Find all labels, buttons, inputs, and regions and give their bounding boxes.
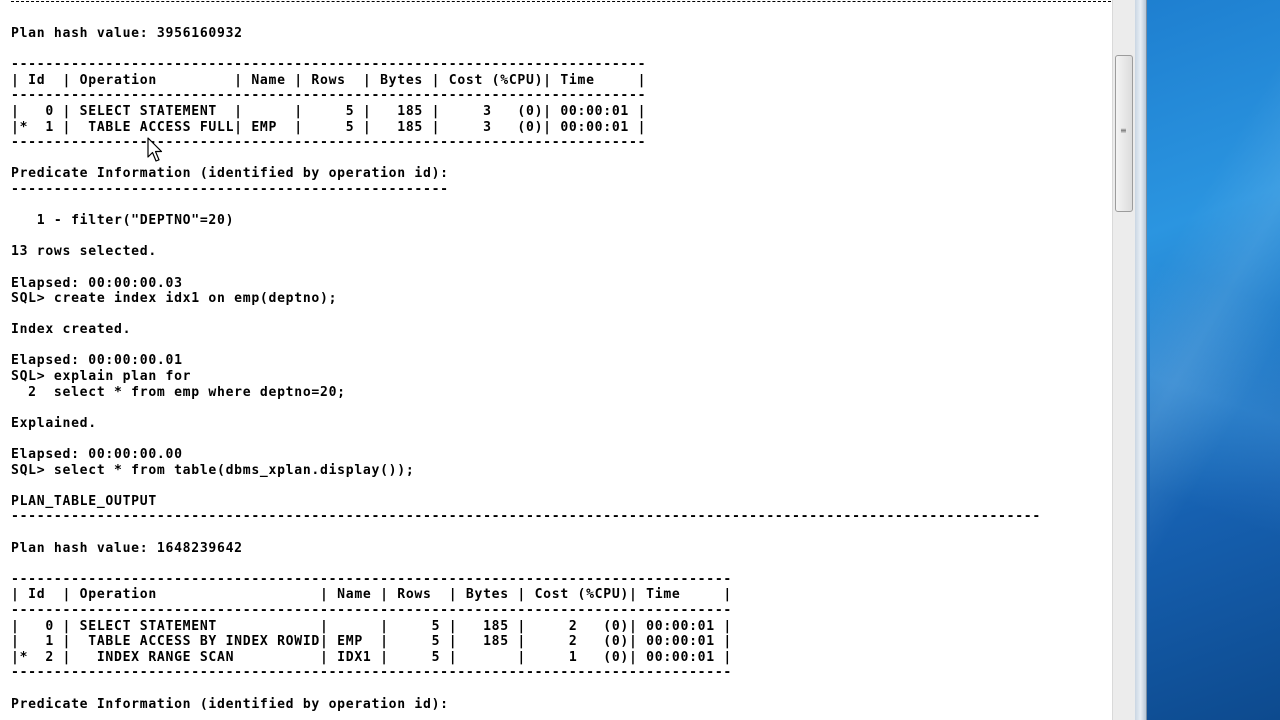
console-line: | Id | Operation | Name | Rows | Bytes |…: [11, 72, 647, 88]
console-line: 13 rows selected.: [11, 244, 157, 260]
console-line: ----------------------------------------…: [11, 509, 1041, 525]
console-line: SQL> create index idx1 on emp(deptno);: [11, 291, 338, 307]
console-line: ----------------------------------------…: [11, 665, 732, 681]
console-line: SQL> select * from table(dbms_xplan.disp…: [11, 462, 415, 478]
console-line: |* 2 | INDEX RANGE SCAN | IDX1 | 5 | | 1…: [11, 649, 732, 665]
window-frame-edge: [1135, 0, 1146, 720]
console-line: Predicate Information (identified by ope…: [11, 166, 449, 182]
scrollbar-thumb[interactable]: ≡: [1115, 55, 1133, 212]
console-line: Index created.: [11, 322, 132, 338]
separator-line: [11, 1, 1111, 2]
console-line: Elapsed: 00:00:00.01: [11, 353, 183, 369]
sqlplus-console-window[interactable]: Plan hash value: 3956160932 ------------…: [0, 0, 1147, 720]
console-line: Plan hash value: 3956160932: [11, 26, 243, 41]
console-line: | 0 | SELECT STATEMENT | | 5 | 185 | 3 (…: [11, 103, 647, 119]
console-line: ----------------------------------------…: [11, 602, 732, 618]
scroll-grip-icon: ≡: [1120, 126, 1127, 135]
console-line: Explained.: [11, 415, 97, 431]
console-line: ----------------------------------------…: [11, 135, 647, 151]
console-line: | 1 | TABLE ACCESS BY INDEX ROWID| EMP |…: [11, 634, 732, 650]
console-line: ----------------------------------------…: [11, 57, 647, 73]
console-line: ----------------------------------------…: [11, 88, 647, 104]
desktop-light-streak: [1150, 0, 1280, 720]
console-line: 1 - filter("DEPTNO"=20): [11, 213, 235, 229]
console-line: ----------------------------------------…: [11, 571, 732, 587]
console-text: Plan hash value: 3956160932 ------------…: [11, 26, 1041, 712]
console-line: Elapsed: 00:00:00.00: [11, 447, 183, 463]
console-output-area[interactable]: Plan hash value: 3956160932 ------------…: [0, 0, 1112, 720]
console-line: SQL> explain plan for: [11, 369, 192, 385]
console-line: 2 select * from emp where deptno=20;: [11, 384, 346, 400]
console-line: | Id | Operation | Name | Rows | Bytes |…: [11, 587, 732, 603]
console-line: |* 1 | TABLE ACCESS FULL| EMP | 5 | 185 …: [11, 119, 647, 135]
vertical-scrollbar[interactable]: ≡: [1112, 0, 1136, 720]
console-line: ----------------------------------------…: [11, 181, 449, 197]
console-line: | 0 | SELECT STATEMENT | | 5 | 185 | 2 (…: [11, 618, 732, 634]
mouse-pointer-icon: [147, 137, 163, 162]
console-line: Predicate Information (identified by ope…: [11, 696, 449, 712]
console-line: PLAN_TABLE_OUTPUT: [11, 493, 157, 509]
console-line: Plan hash value: 1648239642: [11, 540, 243, 556]
console-line: Elapsed: 00:00:00.03: [11, 275, 183, 291]
